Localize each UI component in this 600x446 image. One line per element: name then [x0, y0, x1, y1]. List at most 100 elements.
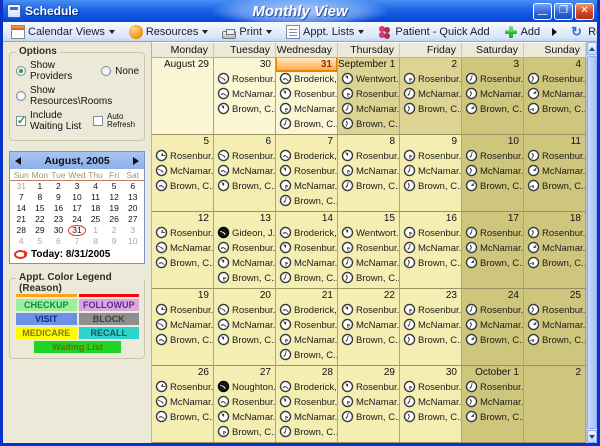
appointment-item[interactable]: McNamar...	[338, 256, 399, 271]
appointment-item[interactable]: Rosenbur...	[338, 87, 399, 102]
appointment-item[interactable]: Broderick,...	[276, 72, 337, 87]
minimize-button[interactable]: —	[533, 3, 552, 20]
appointment-item[interactable]: Brown, C...	[400, 410, 461, 425]
appointment-item[interactable]: Rosenbur...	[276, 395, 337, 410]
vertical-scrollbar[interactable]	[586, 42, 597, 443]
appointment-item[interactable]: Brown, C...	[214, 271, 275, 286]
calendar-cell[interactable]: 7Broderick,...Rosenbur...McNamar...Brown…	[276, 135, 338, 212]
appointment-item[interactable]: Brown, C...	[400, 333, 461, 348]
mini-calendar-date[interactable]: 10	[123, 236, 142, 247]
appointment-item[interactable]: McNamar...	[524, 318, 585, 333]
appointment-item[interactable]: Brown, C...	[152, 256, 213, 271]
appointment-item[interactable]: Rosenbur...	[276, 241, 337, 256]
appointment-item[interactable]: Brown, C...	[338, 179, 399, 194]
toolbar-button-patient-quick-add[interactable]: Patient - Quick Add	[372, 23, 495, 41]
appointment-item[interactable]: Brown, C...	[276, 117, 337, 132]
none-radio[interactable]	[101, 66, 111, 76]
appointment-item[interactable]: Rosenbur...	[400, 226, 461, 241]
appointment-item[interactable]: McNamar...	[214, 410, 275, 425]
appointment-item[interactable]: Brown, C...	[338, 271, 399, 286]
calendar-cell[interactable]: 24Rosenbur...McNamar...Brown, C...	[462, 289, 524, 366]
mini-calendar-date[interactable]: 26	[105, 214, 124, 225]
auto-refresh-checkbox[interactable]	[93, 116, 103, 126]
appointment-item[interactable]: McNamar...	[214, 87, 275, 102]
toolbar-button-add[interactable]: Add	[498, 23, 547, 41]
appointment-item[interactable]: Rosenbur...	[152, 380, 213, 395]
mini-calendar-date[interactable]: 27	[123, 214, 142, 225]
appointment-item[interactable]: Rosenbur...	[214, 241, 275, 256]
calendar-cell[interactable]: 9Rosenbur...McNamar...Brown, C...	[400, 135, 462, 212]
appointment-item[interactable]: Brown, C...	[276, 271, 337, 286]
appointment-item[interactable]: Broderick,...	[276, 226, 337, 241]
calendar-cell[interactable]: 2Rosenbur...McNamar...Brown, C...	[400, 58, 462, 135]
appointment-item[interactable]: Rosenbur...	[524, 303, 585, 318]
calendar-cell[interactable]: 30Rosenbur...McNamar...Brown, C...	[400, 366, 462, 443]
mini-calendar-date[interactable]: 4	[12, 236, 31, 247]
calendar-cell[interactable]: 21Broderick,...Rosenbur...McNamar...Brow…	[276, 289, 338, 366]
mini-calendar-date[interactable]: 18	[86, 203, 105, 214]
appointment-item[interactable]: Brown, C...	[214, 102, 275, 117]
mini-calendar-date[interactable]: 4	[86, 181, 105, 192]
mini-calendar-today-date[interactable]: 31	[68, 225, 87, 236]
appointment-item[interactable]: McNamar...	[338, 318, 399, 333]
appointment-item[interactable]: McNamar...	[152, 241, 213, 256]
appointment-item[interactable]: Brown, C...	[462, 333, 523, 348]
calendar-cell[interactable]: 14Broderick,...Rosenbur...McNamar...Brow…	[276, 212, 338, 289]
appointment-item[interactable]: McNamar...	[338, 395, 399, 410]
mini-calendar-date[interactable]: 10	[68, 192, 87, 203]
calendar-cell[interactable]: September 1Wentwort...Rosenbur...McNamar…	[338, 58, 400, 135]
appointment-item[interactable]: Rosenbur...	[276, 318, 337, 333]
appointment-item[interactable]: Rosenbur...	[462, 149, 523, 164]
mini-calendar-date[interactable]: 31	[12, 181, 31, 192]
maximize-button[interactable]: ❐	[554, 3, 573, 20]
close-button[interactable]: ✕	[575, 3, 594, 20]
toolbar-button-overflow[interactable]	[546, 23, 563, 41]
mini-calendar-date[interactable]: 19	[105, 203, 124, 214]
calendar-cell[interactable]: 19Rosenbur...McNamar...Brown, C...	[152, 289, 214, 366]
appointment-item[interactable]: Brown, C...	[152, 333, 213, 348]
calendar-cell[interactable]: 29Rosenbur...McNamar...Brown, C...	[338, 366, 400, 443]
mini-calendar-date[interactable]: 12	[105, 192, 124, 203]
appointment-item[interactable]: Rosenbur...	[152, 303, 213, 318]
calendar-cell[interactable]: 13Gideon, J...Rosenbur...McNamar...Brown…	[214, 212, 276, 289]
mini-calendar-date[interactable]: 7	[68, 236, 87, 247]
appointment-item[interactable]: McNamar...	[276, 333, 337, 348]
appointment-item[interactable]: Rosenbur...	[338, 149, 399, 164]
calendar-cell-today[interactable]: 31Broderick,...Rosenbur...McNamar...Brow…	[276, 58, 338, 135]
appointment-item[interactable]: Rosenbur...	[338, 380, 399, 395]
appointment-item[interactable]: Brown, C...	[338, 117, 399, 132]
appointment-item[interactable]: Brown, C...	[152, 179, 213, 194]
mini-calendar-date[interactable]: 9	[49, 192, 68, 203]
calendar-cell[interactable]: 5Rosenbur...McNamar...Brown, C...	[152, 135, 214, 212]
appointment-item[interactable]: Broderick,...	[276, 380, 337, 395]
appointment-item[interactable]: Rosenbur...	[524, 226, 585, 241]
toolbar-button-print[interactable]: Print	[216, 23, 278, 41]
toolbar-button-calendar-views[interactable]: Calendar Views	[5, 23, 121, 41]
calendar-cell[interactable]: 20Rosenbur...McNamar...Brown, C...	[214, 289, 276, 366]
calendar-cell[interactable]: 6Rosenbur...McNamar...Brown, C...	[214, 135, 276, 212]
appointment-item[interactable]: Rosenbur...	[214, 149, 275, 164]
appointment-item[interactable]: Brown, C...	[400, 102, 461, 117]
mini-calendar-date[interactable]: 16	[49, 203, 68, 214]
calendar-cell[interactable]: 27Noughton...Rosenbur...McNamar...Brown,…	[214, 366, 276, 443]
toolbar-button-resources[interactable]: Resources	[123, 23, 215, 41]
prev-month-button[interactable]	[10, 153, 26, 168]
mini-calendar-date[interactable]: 3	[123, 225, 142, 236]
appointment-item[interactable]: McNamar...	[524, 241, 585, 256]
appointment-item[interactable]: Rosenbur...	[214, 395, 275, 410]
today-row[interactable]: Today: 8/31/2005	[10, 247, 144, 263]
mini-calendar-date[interactable]: 5	[31, 236, 50, 247]
appointment-item[interactable]: Rosenbur...	[400, 380, 461, 395]
appointment-item[interactable]: Brown, C...	[152, 410, 213, 425]
appointment-item[interactable]: Broderick,...	[276, 149, 337, 164]
appointment-item[interactable]: Brown, C...	[214, 179, 275, 194]
calendar-cell[interactable]: 4Rosenbur...McNamar...Brown, C...	[524, 58, 586, 135]
appointment-item[interactable]: Brown, C...	[462, 102, 523, 117]
appointment-item[interactable]: McNamar...	[276, 256, 337, 271]
mini-calendar-date[interactable]: 22	[31, 214, 50, 225]
appointment-item[interactable]: Rosenbur...	[152, 149, 213, 164]
appointment-item[interactable]: Rosenbur...	[400, 149, 461, 164]
scroll-down-button[interactable]	[587, 430, 597, 443]
appointment-item[interactable]: McNamar...	[462, 395, 523, 410]
appointment-item[interactable]: McNamar...	[524, 87, 585, 102]
